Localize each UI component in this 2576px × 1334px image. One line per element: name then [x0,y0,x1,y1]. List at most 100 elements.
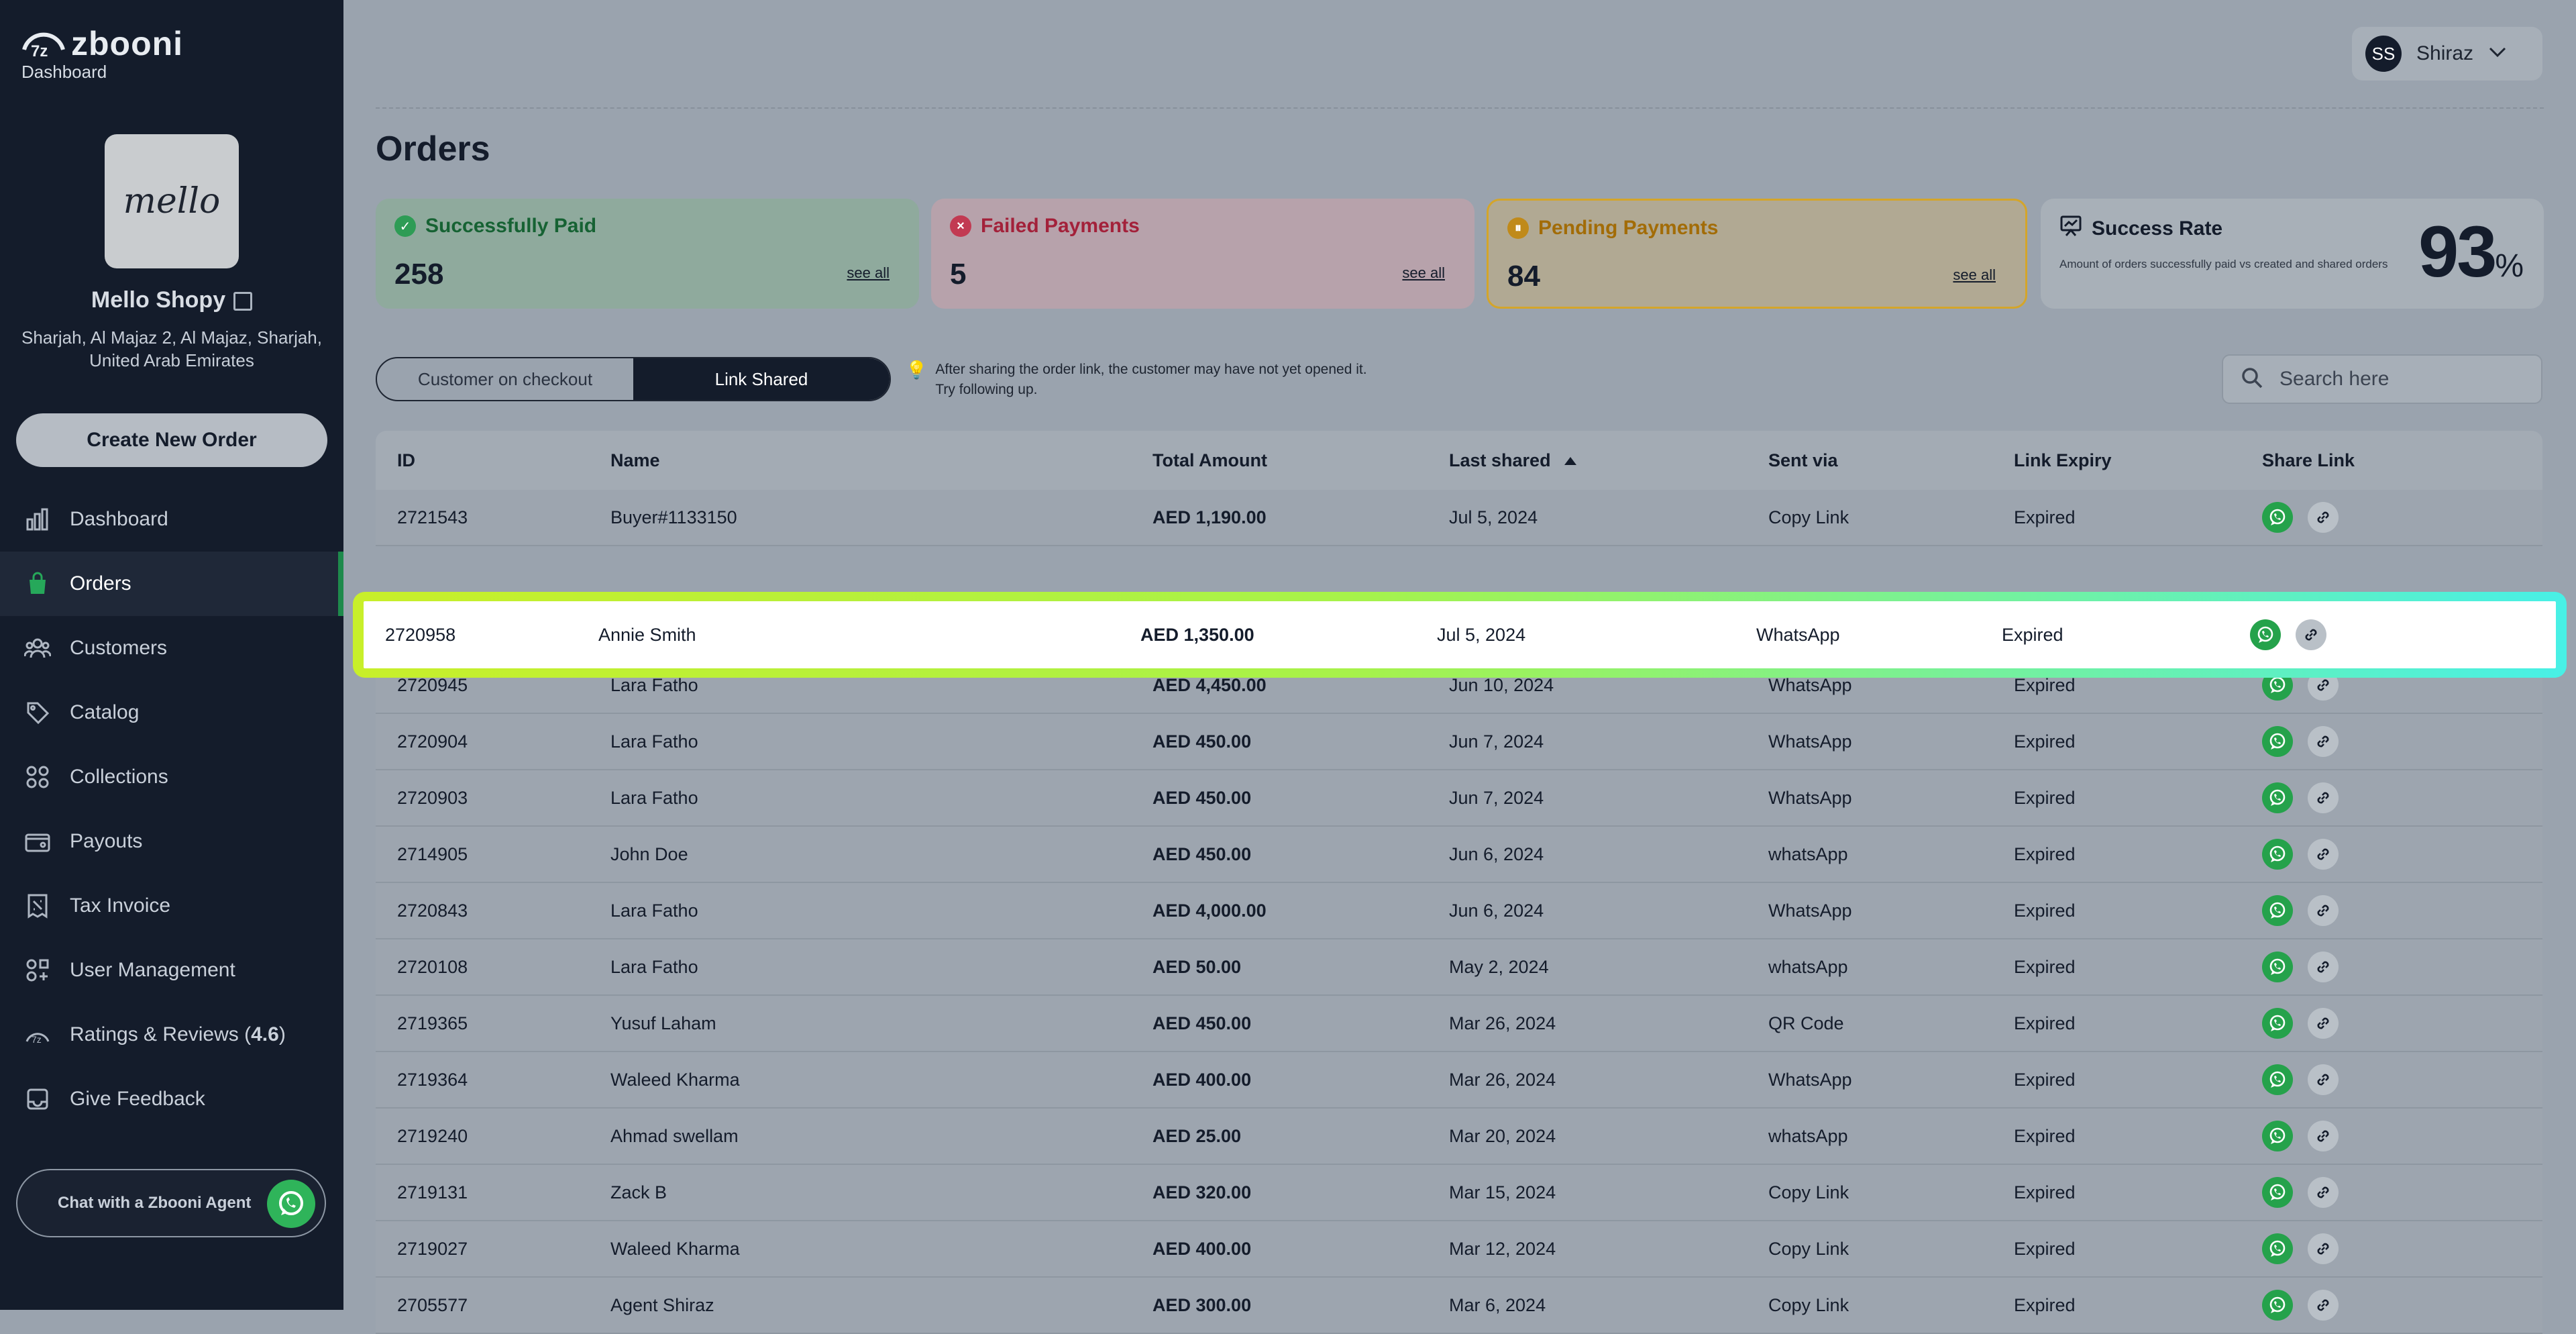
x-circle-icon: × [950,215,971,237]
order-amount: AED 25.00 [1152,1125,1242,1146]
whatsapp-share-icon[interactable] [2262,726,2293,757]
sidebar-item-give-feedback[interactable]: Give Feedback [0,1067,343,1131]
sent-via: WhatsApp [1756,624,1840,645]
copy-link-icon[interactable] [2308,1177,2339,1208]
whatsapp-share-icon[interactable] [2262,782,2293,813]
see-all-link[interactable]: see all [1402,264,1445,282]
sidebar-item-orders[interactable]: Orders [0,552,343,616]
stat-value: 84 [1507,260,1540,293]
copy-link-icon[interactable] [2308,726,2339,757]
last-shared-date: Jun 7, 2024 [1449,787,1544,808]
svg-text:7z: 7z [31,42,48,60]
stat-value: 5 [950,258,967,291]
table-row[interactable]: 2720903 Lara Fatho AED 450.00 Jun 7, 202… [376,770,2542,827]
brand-logo[interactable]: 7z zbooni [20,23,183,64]
last-shared-date: Mar 12, 2024 [1449,1238,1556,1259]
copy-link-icon[interactable] [2308,952,2339,982]
copy-link-icon[interactable] [2308,782,2339,813]
share-actions [2262,839,2339,870]
col-id: ID [397,450,415,470]
whatsapp-share-icon[interactable] [2250,619,2281,650]
link-expiry: Expired [2014,1069,2076,1090]
table-row-selected[interactable]: 2720958 Annie Smith AED 1,350.00 Jul 5, … [357,595,2563,675]
user-menu[interactable]: SS Shiraz [2352,27,2542,81]
search-input[interactable] [2278,367,2522,391]
sidebar-item-tax-invoice[interactable]: Tax Invoice [0,874,343,938]
order-id: 2720904 [397,731,468,752]
whatsapp-share-icon[interactable] [2262,502,2293,533]
whatsapp-share-icon[interactable] [2262,895,2293,926]
sidebar-item-dashboard[interactable]: Dashboard [0,487,343,552]
see-all-link[interactable]: see all [1953,266,1996,284]
copy-link-icon[interactable] [2308,1290,2339,1321]
tab-link-shared[interactable]: Link Shared [633,358,890,400]
whatsapp-share-icon[interactable] [2262,1121,2293,1151]
whatsapp-share-icon[interactable] [2262,839,2293,870]
rate-number: 93 [2418,211,2497,292]
tab-customer-on-checkout[interactable]: Customer on checkout [377,358,633,400]
bar-chart-icon [24,506,51,533]
store-name-label: Mello Shopy [91,287,226,313]
table-header: ID Name Total Amount Last shared Sent vi… [376,431,2542,490]
copy-link-icon[interactable] [2308,502,2339,533]
sidebar-item-user-management[interactable]: User Management [0,938,343,1003]
last-shared-date: Mar 26, 2024 [1449,1069,1556,1090]
table-row[interactable]: 2714905 John Doe AED 450.00 Jun 6, 2024 … [376,827,2542,883]
whatsapp-share-icon[interactable] [2262,1177,2293,1208]
whatsapp-share-icon[interactable] [2262,1008,2293,1039]
sidebar-item-label: Ratings & Reviews (4.6) [70,1023,286,1046]
table-row[interactable]: 2719131 Zack B AED 320.00 Mar 15, 2024 C… [376,1165,2542,1221]
whatsapp-share-icon[interactable] [2262,1233,2293,1264]
chat-agent-button[interactable]: Chat with a Zbooni Agent [16,1169,326,1237]
order-type-toggle: Customer on checkout Link Shared [376,357,891,401]
chat-agent-label: Chat with a Zbooni Agent [58,1194,252,1212]
copy-link-icon[interactable] [2308,895,2339,926]
copy-link-icon[interactable] [2308,839,2339,870]
see-all-link[interactable]: see all [847,264,890,282]
sidebar-item-ratings-reviews[interactable]: 7z Ratings & Reviews (4.6) [0,1003,343,1067]
table-row[interactable]: 2720904 Lara Fatho AED 450.00 Jun 7, 202… [376,714,2542,770]
store-name[interactable]: Mello Shopy [0,287,343,313]
sidebar-item-payouts[interactable]: Payouts [0,809,343,874]
link-expiry: Expired [2014,507,2076,527]
table-row[interactable]: 2721543 Buyer#1133150 AED 1,190.00 Jul 5… [376,490,2542,546]
whatsapp-share-icon[interactable] [2262,1064,2293,1095]
header-divider [376,107,2544,109]
ratings-suffix: ) [278,1023,286,1045]
table-row[interactable]: 2719027 Waleed Kharma AED 400.00 Mar 12,… [376,1221,2542,1278]
main-content: SS Shiraz Orders ✓ Successfully Paid 258 … [343,0,2576,1334]
col-share-link: Share Link [2262,450,2355,470]
link-expiry: Expired [2014,956,2076,977]
create-new-order-button[interactable]: Create New Order [16,413,327,467]
sidebar-item-collections[interactable]: Collections [0,745,343,809]
copy-link-icon[interactable] [2308,1008,2339,1039]
table-row[interactable]: 2719365 Yusuf Laham AED 450.00 Mar 26, 2… [376,996,2542,1052]
table-row[interactable]: 2720108 Lara Fatho AED 50.00 May 2, 2024… [376,939,2542,996]
table-row[interactable]: 2720843 Lara Fatho AED 4,000.00 Jun 6, 2… [376,883,2542,939]
last-shared-date: Jun 7, 2024 [1449,731,1544,752]
copy-link-icon[interactable] [2308,1233,2339,1264]
store-logo: mello [105,134,239,268]
whatsapp-share-icon[interactable] [2262,952,2293,982]
follow-up-hint: 💡 After sharing the order link, the cust… [906,360,1375,400]
share-actions [2262,895,2339,926]
table-row[interactable]: 2705577 Agent Shiraz AED 300.00 Mar 6, 2… [376,1278,2542,1334]
copy-link-icon[interactable] [2308,1121,2339,1151]
table-row[interactable]: 2719364 Waleed Kharma AED 400.00 Mar 26,… [376,1052,2542,1109]
stat-title: Failed Payments [981,215,1140,237]
sidebar-item-label: Orders [70,572,131,595]
order-amount: AED 1,350.00 [1140,624,1254,645]
copy-link-icon[interactable] [2308,1064,2339,1095]
copy-link-icon[interactable] [2296,619,2326,650]
col-last-shared[interactable]: Last shared [1449,450,1576,471]
order-id: 2720108 [397,956,468,977]
external-link-icon[interactable] [233,292,253,311]
sidebar-item-customers[interactable]: Customers [0,616,343,680]
link-expiry: Expired [2014,674,2076,695]
whatsapp-share-icon[interactable] [2262,1290,2293,1321]
zbooni-logo-icon: 7z [20,23,67,64]
table-row[interactable]: 2719240 Ahmad swellam AED 25.00 Mar 20, … [376,1109,2542,1165]
col-sent-via: Sent via [1768,450,1838,470]
last-shared-date: May 2, 2024 [1449,956,1549,977]
sidebar-item-catalog[interactable]: Catalog [0,680,343,745]
